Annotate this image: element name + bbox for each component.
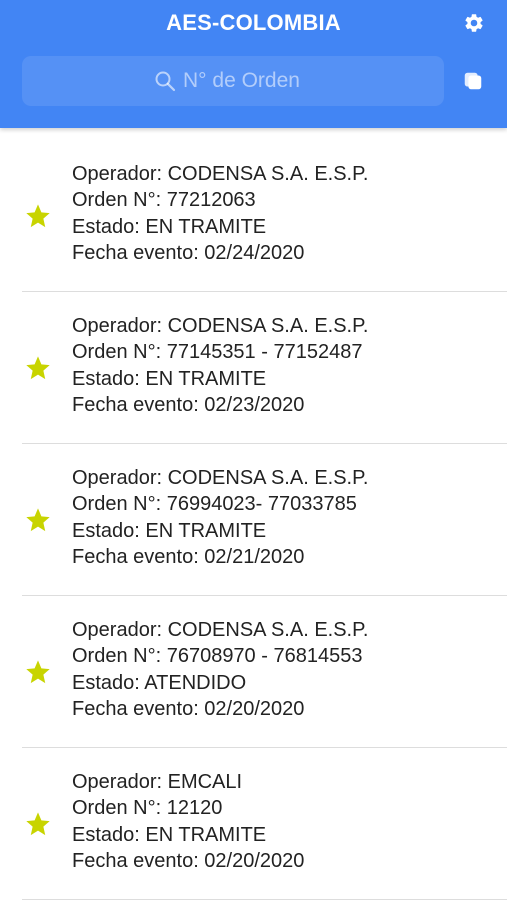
event-date-text: Fecha evento: 02/21/2020 [72, 545, 305, 568]
search-input[interactable] [183, 69, 313, 93]
operator-text: Operador: CODENSA S.A. E.S.P. [72, 619, 369, 641]
search-bar[interactable] [22, 56, 444, 106]
order-number-text: Orden N°: 76708970 - 76814553 [72, 645, 363, 668]
copy-button[interactable] [462, 70, 484, 92]
orders-list: Operador: CODENSA S.A. E.S.P. Orden N°: … [0, 140, 507, 900]
event-date-text: Fecha evento: 02/20/2020 [72, 849, 305, 872]
status-text: Estado: EN TRAMITE [72, 823, 267, 846]
order-number-text: Orden N°: 76994023- 77033785 [72, 493, 357, 516]
app-header: AES-COLOMBIA [0, 0, 507, 128]
status-text: Estado: ATENDIDO [72, 671, 247, 694]
copy-icon [464, 72, 482, 90]
app-title: AES-COLOMBIA [166, 10, 341, 35]
order-details: Operador: EMCALI Orden N°: 12120 Estado:… [72, 769, 304, 874]
order-number-text: Orden N°: 77145351 - 77152487 [72, 341, 363, 364]
status-text: Estado: EN TRAMITE [72, 367, 267, 390]
event-date-text: Fecha evento: 02/20/2020 [72, 697, 305, 720]
star-icon [26, 204, 50, 228]
search-icon [155, 71, 176, 92]
star-icon [26, 660, 50, 684]
list-item[interactable]: Operador: CODENSA S.A. E.S.P. Orden N°: … [0, 444, 507, 596]
operator-text: Operador: CODENSA S.A. E.S.P. [72, 315, 369, 337]
operator-text: Operador: CODENSA S.A. E.S.P. [72, 163, 369, 185]
event-date-text: Fecha evento: 02/24/2020 [72, 241, 305, 264]
event-date-text: Fecha evento: 02/23/2020 [72, 393, 305, 416]
list-item[interactable]: Operador: CODENSA S.A. E.S.P. Orden N°: … [0, 140, 507, 292]
order-details: Operador: CODENSA S.A. E.S.P. Orden N°: … [72, 617, 368, 722]
list-item[interactable]: Operador: CODENSA S.A. E.S.P. Orden N°: … [0, 292, 507, 444]
star-icon [26, 508, 50, 532]
list-item[interactable]: Operador: CODENSA S.A. E.S.P. Orden N°: … [0, 596, 507, 748]
status-text: Estado: EN TRAMITE [72, 519, 267, 542]
settings-button[interactable] [463, 12, 485, 34]
order-number-text: Orden N°: 77212063 [72, 189, 256, 212]
star-icon [26, 356, 50, 380]
operator-text: Operador: EMCALI [72, 771, 243, 793]
status-text: Estado: EN TRAMITE [72, 215, 267, 238]
app-screen: AES-COLOMBIA Operador: [0, 0, 507, 900]
list-item[interactable]: Operador: EMCALI Orden N°: 12120 Estado:… [0, 748, 507, 900]
star-icon [26, 812, 50, 836]
order-details: Operador: CODENSA S.A. E.S.P. Orden N°: … [72, 161, 368, 266]
operator-text: Operador: CODENSA S.A. E.S.P. [72, 467, 369, 489]
order-number-text: Orden N°: 12120 [72, 797, 223, 820]
order-details: Operador: CODENSA S.A. E.S.P. Orden N°: … [72, 465, 368, 570]
order-details: Operador: CODENSA S.A. E.S.P. Orden N°: … [72, 313, 368, 418]
gear-icon [465, 14, 483, 32]
